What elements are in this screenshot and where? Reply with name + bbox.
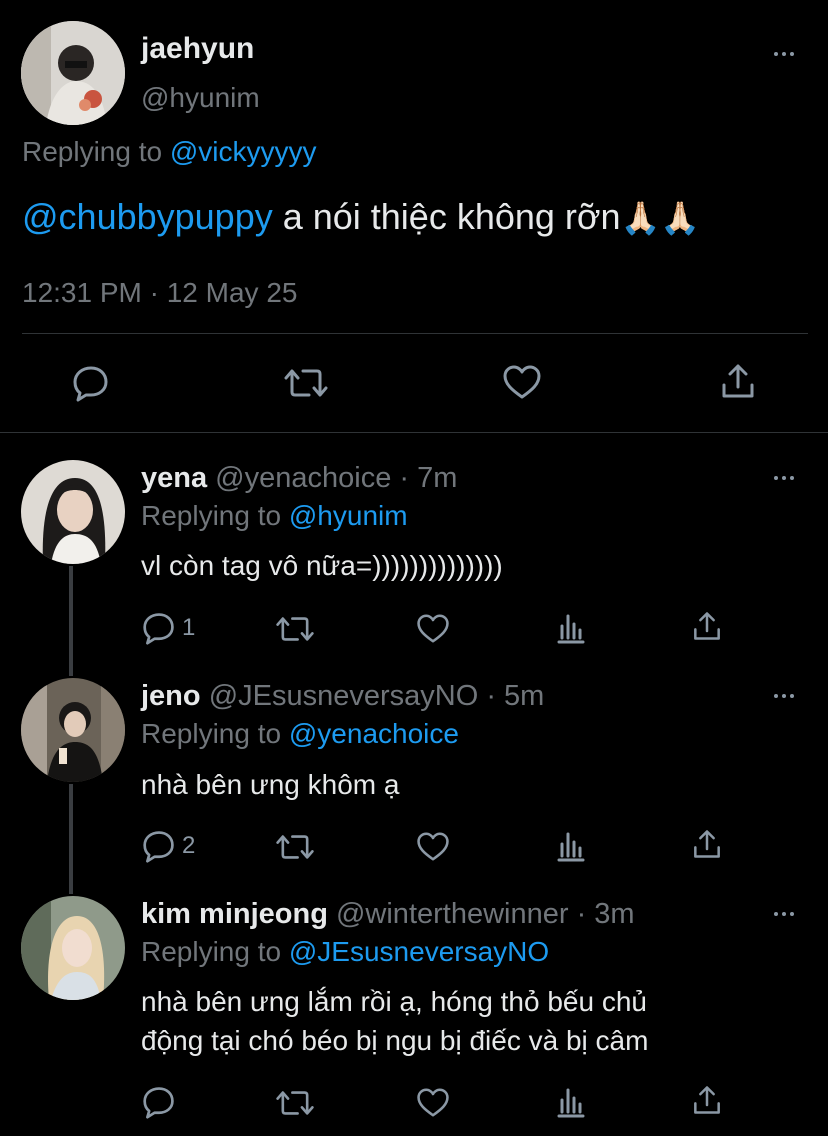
reply-time[interactable]: · 3m (577, 898, 635, 930)
share-icon[interactable] (692, 1084, 722, 1116)
author-display-name[interactable]: jaehyun (141, 32, 254, 66)
emoji: 🙏🏻🙏🏻 (620, 200, 701, 236)
reply-icon[interactable] (72, 364, 110, 402)
author-display-name[interactable]: jeno (141, 680, 201, 712)
more-icon[interactable] (774, 912, 794, 916)
like-icon[interactable] (416, 613, 450, 644)
reply-text: nhà bên ưng khôm ạ (141, 769, 400, 800)
tweet-text: @chubbypuppy a nói thiệc không rỡn🙏🏻🙏🏻 (22, 196, 700, 238)
author-display-name[interactable]: kim minjeong (141, 898, 328, 930)
replying-to-link[interactable]: @vickyyyyy (170, 136, 317, 167)
avatar[interactable] (21, 460, 125, 564)
divider (0, 432, 828, 433)
replying-to-line: Replying to @yenachoice (141, 718, 459, 750)
share-icon[interactable] (692, 610, 722, 642)
share-icon[interactable] (720, 362, 756, 400)
replying-label: Replying to (141, 718, 282, 749)
share-icon[interactable] (692, 828, 722, 860)
reply-icon[interactable] (142, 1085, 176, 1119)
replying-to-line: Replying to @hyunim (141, 500, 408, 532)
author-display-name[interactable]: yena (141, 462, 207, 494)
more-icon[interactable] (774, 476, 794, 480)
author-handle[interactable]: @yenachoice (215, 462, 391, 494)
replying-to-link[interactable]: @JEsusneversayNO (289, 936, 549, 967)
retweet-icon[interactable] (275, 1088, 315, 1118)
analytics-icon[interactable] (556, 1086, 586, 1118)
author-handle[interactable]: @hyunim (141, 82, 260, 114)
timestamp[interactable]: 12:31 PM · 12 May 25 (22, 277, 297, 309)
like-icon[interactable] (416, 1087, 450, 1118)
retweet-icon[interactable] (275, 614, 315, 644)
reply-text: vl còn tag vô nữa=)))))))))))))) (141, 550, 503, 581)
reply-icon[interactable] (142, 611, 176, 645)
tweet-body: a nói thiệc không rỡn (272, 196, 621, 237)
reply-count: 1 (182, 614, 196, 641)
replying-to-line: Replying to @JEsusneversayNO (141, 936, 549, 968)
more-icon[interactable] (774, 52, 794, 56)
thread-line (69, 784, 73, 894)
mention-link[interactable]: @chubbypuppy (22, 196, 273, 237)
replying-label: Replying to (22, 136, 163, 167)
retweet-icon[interactable] (283, 366, 329, 400)
replying-to-link[interactable]: @yenachoice (289, 718, 459, 749)
divider (22, 333, 808, 334)
reply-text-line-1: nhà bên ưng lắm rồi ạ, hóng thỏ bếu chủ (141, 986, 647, 1017)
retweet-icon[interactable] (275, 832, 315, 862)
more-icon[interactable] (774, 694, 794, 698)
reply-count: 2 (182, 832, 196, 859)
avatar[interactable] (21, 21, 125, 125)
like-icon[interactable] (416, 831, 450, 862)
avatar[interactable] (21, 678, 125, 782)
reply-text-line-2: động tại chó béo bị ngu bị điếc và bị câ… (141, 1025, 649, 1056)
avatar[interactable] (21, 896, 125, 1000)
replying-label: Replying to (141, 500, 282, 531)
reply-header: yena @yenachoice · 7m (141, 462, 457, 495)
thread-line (69, 566, 73, 676)
author-handle[interactable]: @winterthewinner (336, 898, 569, 930)
replying-label: Replying to (141, 936, 282, 967)
replying-to-link[interactable]: @hyunim (289, 500, 408, 531)
like-icon[interactable] (502, 364, 542, 400)
reply-time[interactable]: · 7m (399, 462, 457, 494)
reply-time[interactable]: · 5m (486, 680, 544, 712)
analytics-icon[interactable] (556, 612, 586, 644)
reply-header: kim minjeong @winterthewinner · 3m (141, 898, 635, 931)
analytics-icon[interactable] (556, 830, 586, 862)
reply-icon[interactable] (142, 829, 176, 863)
replying-to-line: Replying to @vickyyyyy (22, 136, 317, 168)
author-handle[interactable]: @JEsusneversayNO (209, 680, 479, 712)
reply-header: jeno @JEsusneversayNO · 5m (141, 680, 544, 713)
